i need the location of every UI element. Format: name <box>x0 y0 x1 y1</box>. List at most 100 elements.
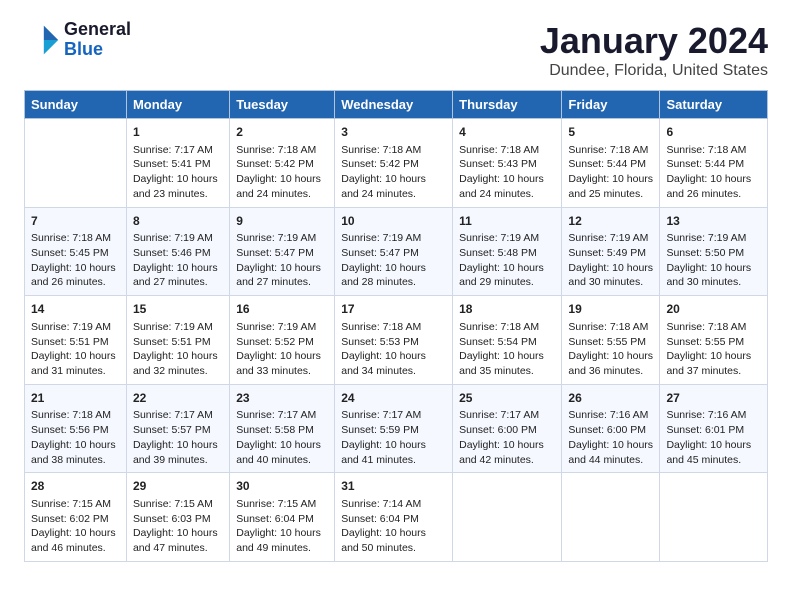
daylight-text: Daylight: 10 hours and 41 minutes. <box>341 439 426 466</box>
calendar-cell: 22Sunrise: 7:17 AMSunset: 5:57 PMDayligh… <box>126 384 229 473</box>
day-number: 3 <box>341 124 446 141</box>
daylight-text: Daylight: 10 hours and 37 minutes. <box>666 350 751 377</box>
day-number: 19 <box>568 301 653 318</box>
logo-line1: General <box>64 20 131 40</box>
sunset-text: Sunset: 5:49 PM <box>568 247 646 259</box>
calendar-cell: 16Sunrise: 7:19 AMSunset: 5:52 PMDayligh… <box>230 296 335 385</box>
sunset-text: Sunset: 5:44 PM <box>666 158 744 170</box>
calendar-week-row: 28Sunrise: 7:15 AMSunset: 6:02 PMDayligh… <box>25 473 768 562</box>
sunrise-text: Sunrise: 7:19 AM <box>31 321 111 333</box>
calendar-cell: 24Sunrise: 7:17 AMSunset: 5:59 PMDayligh… <box>335 384 453 473</box>
weekday-header: Wednesday <box>335 91 453 119</box>
day-number: 1 <box>133 124 223 141</box>
day-number: 17 <box>341 301 446 318</box>
daylight-text: Daylight: 10 hours and 27 minutes. <box>236 262 321 289</box>
calendar-cell: 30Sunrise: 7:15 AMSunset: 6:04 PMDayligh… <box>230 473 335 562</box>
calendar-cell: 11Sunrise: 7:19 AMSunset: 5:48 PMDayligh… <box>453 207 562 296</box>
calendar-cell: 15Sunrise: 7:19 AMSunset: 5:51 PMDayligh… <box>126 296 229 385</box>
calendar-cell: 29Sunrise: 7:15 AMSunset: 6:03 PMDayligh… <box>126 473 229 562</box>
sunrise-text: Sunrise: 7:19 AM <box>666 232 746 244</box>
daylight-text: Daylight: 10 hours and 31 minutes. <box>31 350 116 377</box>
calendar-cell <box>660 473 768 562</box>
sunrise-text: Sunrise: 7:18 AM <box>666 321 746 333</box>
calendar-cell: 28Sunrise: 7:15 AMSunset: 6:02 PMDayligh… <box>25 473 127 562</box>
sunset-text: Sunset: 5:42 PM <box>341 158 419 170</box>
daylight-text: Daylight: 10 hours and 42 minutes. <box>459 439 544 466</box>
calendar-cell: 20Sunrise: 7:18 AMSunset: 5:55 PMDayligh… <box>660 296 768 385</box>
sunset-text: Sunset: 5:42 PM <box>236 158 314 170</box>
daylight-text: Daylight: 10 hours and 28 minutes. <box>341 262 426 289</box>
sunset-text: Sunset: 6:00 PM <box>459 424 537 436</box>
calendar-cell: 8 Sunrise: 7:19 AM Sunset: 5:46 PM Daylight… <box>126 207 229 296</box>
sunrise-text: Sunrise: 7:18 AM <box>341 321 421 333</box>
calendar-cell: 31Sunrise: 7:14 AMSunset: 6:04 PMDayligh… <box>335 473 453 562</box>
calendar-cell: 2Sunrise: 7:18 AMSunset: 5:42 PMDaylight… <box>230 119 335 208</box>
calendar-week-row: 7Sunrise: 7:18 AMSunset: 5:45 PMDaylight… <box>25 207 768 296</box>
sunrise-text: Sunrise: 7:17 AM <box>341 409 421 421</box>
calendar-cell <box>562 473 660 562</box>
sunrise-text: Sunrise: 7:17 AM <box>133 144 213 156</box>
weekday-header: Tuesday <box>230 91 335 119</box>
daylight-text: Daylight: 10 hours and 27 minutes. <box>133 262 218 289</box>
calendar-week-row: 14Sunrise: 7:19 AMSunset: 5:51 PMDayligh… <box>25 296 768 385</box>
daylight-text: Daylight: 10 hours and 36 minutes. <box>568 350 653 377</box>
daylight-text: Daylight: 10 hours and 44 minutes. <box>568 439 653 466</box>
sunset-text: Sunset: 6:04 PM <box>236 513 314 525</box>
day-number: 23 <box>236 390 328 407</box>
weekday-header-row: SundayMondayTuesdayWednesdayThursdayFrid… <box>25 91 768 119</box>
day-number: 6 <box>666 124 761 141</box>
day-number: 22 <box>133 390 223 407</box>
calendar-cell: 17Sunrise: 7:18 AMSunset: 5:53 PMDayligh… <box>335 296 453 385</box>
daylight-text: Daylight: 10 hours and 30 minutes. <box>666 262 751 289</box>
calendar-cell: 25 Sunrise: 7:17 AM Sunset: 6:00 PM Dayligh… <box>453 384 562 473</box>
daylight-text: Daylight: 10 hours and 32 minutes. <box>133 350 218 377</box>
calendar-cell: 6Sunrise: 7:18 AMSunset: 5:44 PMDaylight… <box>660 119 768 208</box>
day-number: 31 <box>341 478 446 495</box>
sunset-text: Sunset: 5:46 PM <box>133 247 211 259</box>
calendar-cell: 5Sunrise: 7:18 AMSunset: 5:44 PMDaylight… <box>562 119 660 208</box>
calendar-cell: 26Sunrise: 7:16 AMSunset: 6:00 PMDayligh… <box>562 384 660 473</box>
weekday-header: Friday <box>562 91 660 119</box>
day-number: 28 <box>31 478 120 495</box>
weekday-header: Saturday <box>660 91 768 119</box>
day-number: 7 <box>31 213 120 230</box>
daylight-text: Daylight: 10 hours and 46 minutes. <box>31 527 116 554</box>
sunset-text: Sunset: 5:44 PM <box>568 158 646 170</box>
sunrise-text: Sunrise: 7:19 AM <box>459 232 539 244</box>
daylight-text: Daylight: 10 hours and 24 minutes. <box>341 173 426 200</box>
day-number: 25 <box>459 390 555 407</box>
daylight-text: Daylight: 10 hours and 35 minutes. <box>459 350 544 377</box>
day-number: 13 <box>666 213 761 230</box>
calendar-week-row: 1Sunrise: 7:17 AMSunset: 5:41 PMDaylight… <box>25 119 768 208</box>
day-number: 4 <box>459 124 555 141</box>
logo-icon <box>24 22 60 58</box>
sunrise-text: Sunrise: 7:18 AM <box>341 144 421 156</box>
daylight-text: Daylight: 10 hours and 25 minutes. <box>568 173 653 200</box>
daylight-text: Daylight: 10 hours and 33 minutes. <box>236 350 321 377</box>
sunrise-text: Sunrise: 7:15 AM <box>236 498 316 510</box>
daylight-text: Daylight: 10 hours and 26 minutes. <box>31 262 116 289</box>
sunset-text: Sunset: 5:52 PM <box>236 336 314 348</box>
sunset-text: Sunset: 5:55 PM <box>666 336 744 348</box>
title-block: January 2024 Dundee, Florida, United Sta… <box>540 20 768 80</box>
weekday-header: Thursday <box>453 91 562 119</box>
calendar-week-row: 21Sunrise: 7:18 AMSunset: 5:56 PMDayligh… <box>25 384 768 473</box>
calendar-cell: 12Sunrise: 7:19 AMSunset: 5:49 PMDayligh… <box>562 207 660 296</box>
sunset-text: Sunset: 5:48 PM <box>459 247 537 259</box>
sunrise-text: Sunrise: 7:19 AM <box>133 321 213 333</box>
sunrise-text: Sunrise: 7:19 AM <box>133 232 213 244</box>
sunrise-text: Sunrise: 7:17 AM <box>459 409 539 421</box>
page-header: General Blue January 2024 Dundee, Florid… <box>24 20 768 80</box>
logo-text: General Blue <box>64 20 131 60</box>
sunset-text: Sunset: 5:51 PM <box>31 336 109 348</box>
day-number: 24 <box>341 390 446 407</box>
day-number: 8 <box>133 213 223 230</box>
sunrise-text: Sunrise: 7:18 AM <box>459 144 539 156</box>
day-number: 29 <box>133 478 223 495</box>
calendar-cell: 10Sunrise: 7:19 AMSunset: 5:47 PMDayligh… <box>335 207 453 296</box>
sunset-text: Sunset: 5:50 PM <box>666 247 744 259</box>
sunrise-text: Sunrise: 7:18 AM <box>31 409 111 421</box>
calendar-subtitle: Dundee, Florida, United States <box>540 62 768 80</box>
sunrise-text: Sunrise: 7:19 AM <box>341 232 421 244</box>
calendar-cell: 21Sunrise: 7:18 AMSunset: 5:56 PMDayligh… <box>25 384 127 473</box>
